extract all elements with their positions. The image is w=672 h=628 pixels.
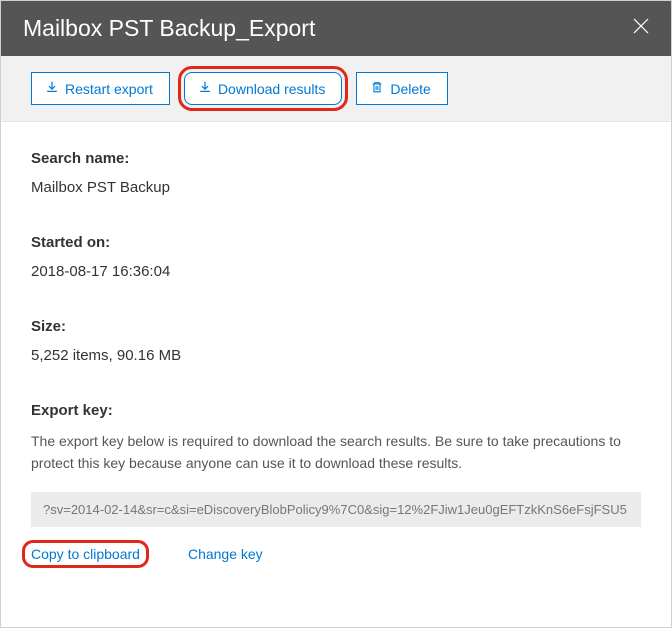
started-on-value: 2018-08-17 16:36:04 — [31, 263, 641, 280]
download-icon — [45, 80, 59, 97]
size-value: 5,252 items, 90.16 MB — [31, 347, 641, 364]
content-area: Search name: Mailbox PST Backup Started … — [1, 122, 671, 581]
toolbar: Restart export Download results Delete — [1, 56, 671, 122]
export-key-value: ?sv=2014-02-14&sr=c&si=eDiscoveryBlobPol… — [31, 492, 641, 527]
close-icon[interactable] — [633, 18, 649, 39]
change-key-link[interactable]: Change key — [188, 546, 263, 562]
restart-export-label: Restart export — [65, 81, 153, 97]
size-section: Size: 5,252 items, 90.16 MB — [31, 318, 641, 364]
export-key-description: The export key below is required to down… — [31, 431, 641, 474]
copy-to-clipboard-link[interactable]: Copy to clipboard — [25, 543, 146, 565]
download-icon — [198, 80, 212, 97]
export-key-section: Export key: The export key below is requ… — [31, 402, 641, 565]
started-on-section: Started on: 2018-08-17 16:36:04 — [31, 234, 641, 280]
panel-title: Mailbox PST Backup_Export — [23, 15, 315, 42]
export-key-label: Export key: — [31, 402, 641, 419]
started-on-label: Started on: — [31, 234, 641, 251]
delete-button[interactable]: Delete — [356, 72, 447, 105]
search-name-label: Search name: — [31, 150, 641, 167]
panel-header: Mailbox PST Backup_Export — [1, 1, 671, 56]
download-results-label: Download results — [218, 81, 325, 97]
size-label: Size: — [31, 318, 641, 335]
search-name-section: Search name: Mailbox PST Backup — [31, 150, 641, 196]
trash-icon — [370, 80, 384, 97]
download-results-button[interactable]: Download results — [184, 72, 342, 105]
export-key-links: Copy to clipboard Change key — [31, 543, 641, 565]
restart-export-button[interactable]: Restart export — [31, 72, 170, 105]
delete-label: Delete — [390, 81, 430, 97]
search-name-value: Mailbox PST Backup — [31, 179, 641, 196]
